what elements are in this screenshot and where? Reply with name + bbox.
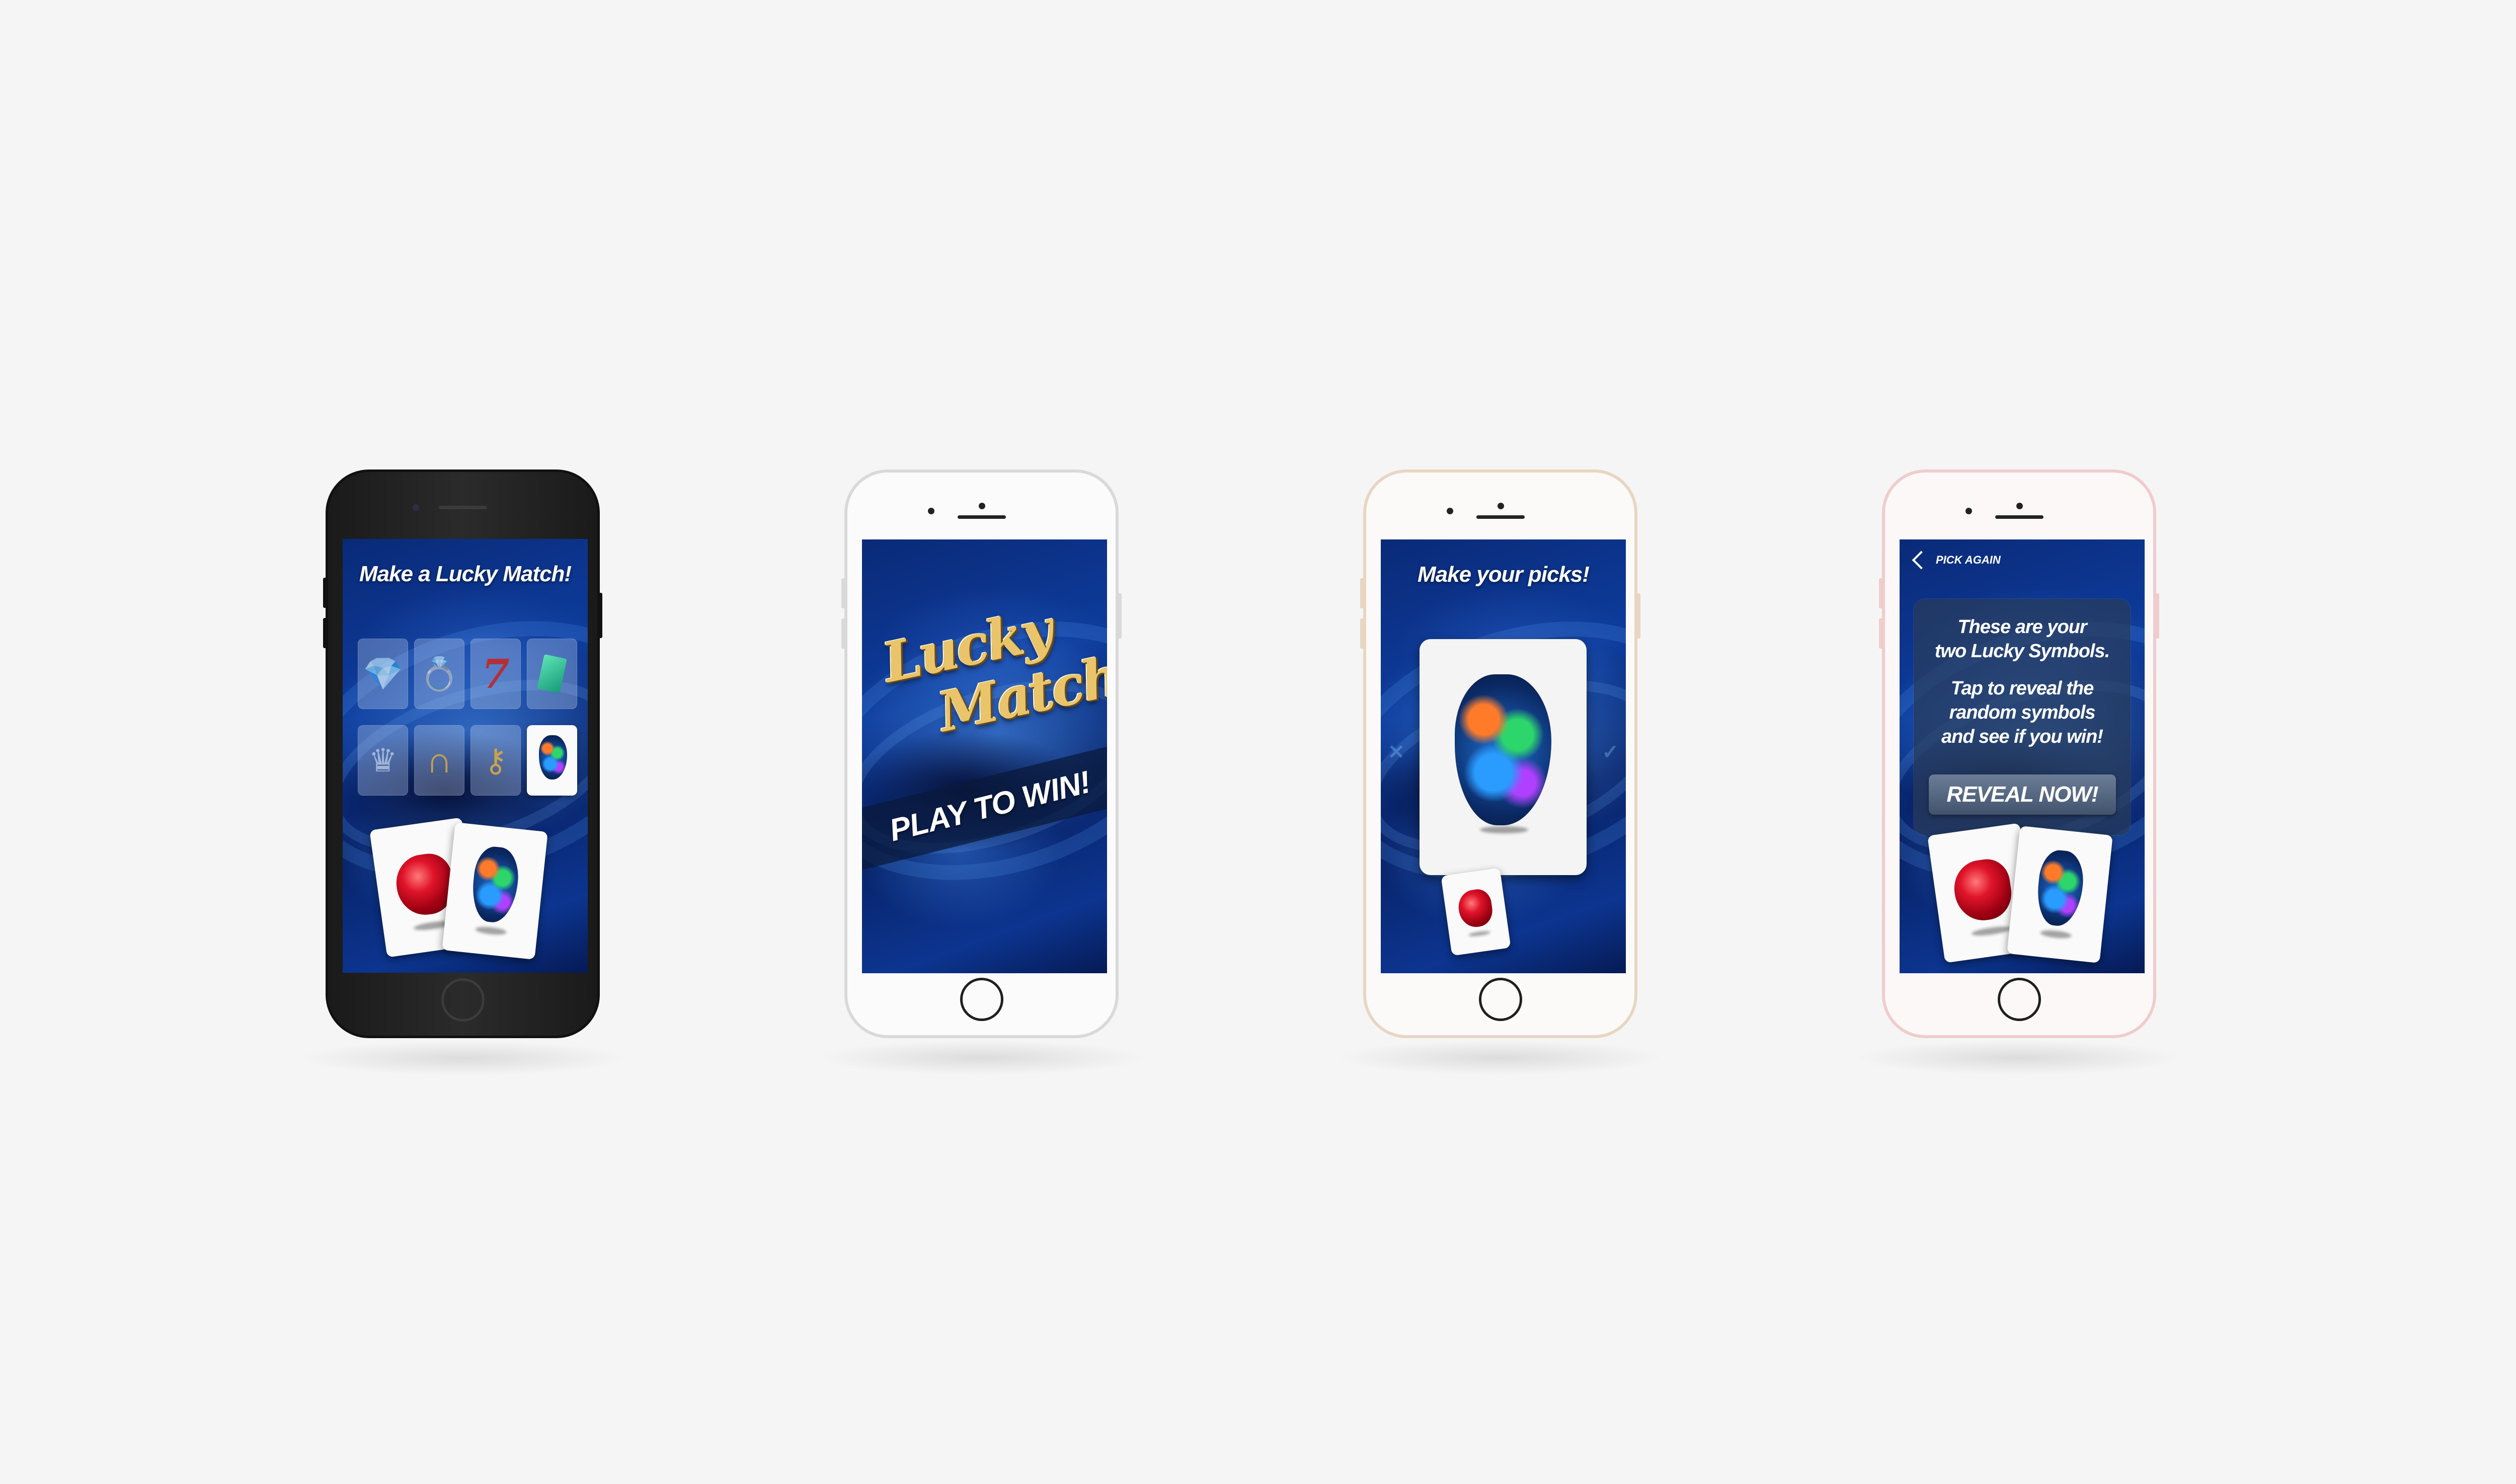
front-camera	[1497, 503, 1504, 509]
game-screen-reveal: PICK AGAIN These are your two Lucky Symb…	[1900, 539, 2145, 973]
current-pick-card[interactable]	[1420, 639, 1587, 875]
symbol-tile[interactable]: ⚷	[470, 725, 521, 796]
home-button	[960, 978, 1003, 1021]
power-button	[1117, 593, 1122, 639]
picked-card-opal	[2007, 826, 2113, 963]
picked-card-opal	[442, 822, 548, 960]
earpiece-speaker	[438, 506, 487, 509]
power-button	[2154, 593, 2159, 639]
pick-again-label: PICK AGAIN	[1936, 554, 2001, 566]
phone-gold: Make your picks! ✕ ✓	[1336, 470, 1665, 1075]
home-button	[441, 978, 485, 1022]
front-camera	[413, 504, 419, 511]
proximity-sensor	[1447, 508, 1453, 514]
proximity-sensor	[1965, 508, 1972, 514]
symbol-tile[interactable]: 💍	[414, 639, 464, 709]
reject-icon[interactable]: ✕	[1388, 741, 1405, 764]
ring-icon: 💍	[419, 655, 459, 692]
pick-again-link[interactable]: PICK AGAIN	[1912, 551, 2001, 570]
phone-shadow	[1336, 1040, 1665, 1075]
gem-shadow	[475, 925, 507, 936]
volume-button	[841, 578, 846, 608]
volume-button	[841, 618, 846, 649]
crown-icon: ♛	[368, 742, 398, 778]
info-line: These are your	[1957, 616, 2087, 638]
opal-icon	[539, 735, 567, 779]
symbol-tile[interactable]	[527, 639, 577, 709]
lucky-seven-icon: 7	[482, 650, 510, 697]
earpiece-speaker	[957, 515, 1006, 519]
symbol-tile[interactable]: 7	[470, 639, 521, 709]
reveal-now-button[interactable]: REVEAL NOW!	[1929, 774, 2116, 815]
power-button	[1635, 593, 1640, 639]
proximity-sensor	[928, 508, 934, 514]
phone-black: Make a Lucky Match! 💎 💍 7 ♛ ∩ ⚷	[298, 470, 627, 1076]
chevron-left-icon	[1912, 551, 1931, 570]
info-line: two Lucky Symbols.	[1934, 641, 2110, 662]
game-screen-splash: Lucky Match PLAY TO WIN!	[862, 539, 1107, 973]
volume-button	[1879, 618, 1884, 649]
earpiece-speaker	[1995, 515, 2043, 519]
symbol-tile-selected[interactable]	[527, 725, 577, 796]
ruby-icon	[1950, 856, 2015, 924]
volume-button	[323, 618, 328, 648]
gem-shadow	[1480, 826, 1528, 833]
horseshoe-icon: ∩	[426, 740, 452, 780]
gem-shadow	[1468, 930, 1491, 938]
screen-title: Make your picks!	[1417, 562, 1590, 587]
opal-icon	[469, 844, 521, 925]
key-icon: ⚷	[484, 742, 508, 778]
symbol-tile[interactable]: ∩	[414, 725, 464, 796]
volume-button	[1360, 618, 1365, 649]
phone-rose-gold: PICK AGAIN These are your two Lucky Symb…	[1855, 470, 2183, 1075]
earpiece-speaker	[1476, 515, 1525, 519]
info-line: and see if you win!	[1941, 726, 2103, 747]
phone-shadow	[817, 1040, 1146, 1075]
front-camera	[978, 503, 985, 509]
opal-icon	[2034, 848, 2086, 928]
game-screen-make-picks: Make your picks! ✕ ✓	[1381, 539, 1626, 973]
screen-title: Make a Lucky Match!	[359, 562, 572, 586]
opal-icon	[1455, 674, 1551, 825]
ruby-icon	[1456, 887, 1495, 929]
volume-button	[1879, 578, 1884, 608]
volume-button	[1360, 578, 1365, 608]
symbol-tile[interactable]: ♛	[358, 725, 408, 796]
phone-silver: Lucky Match PLAY TO WIN!	[817, 470, 1146, 1075]
front-camera	[2016, 503, 2023, 509]
volume-button	[323, 578, 328, 608]
gem-shadow	[2040, 929, 2072, 940]
power-button	[597, 593, 602, 638]
info-line: random symbols	[1949, 702, 2095, 723]
phone-shadow	[1855, 1040, 2183, 1075]
home-button	[1478, 978, 1522, 1021]
game-screen-pick-grid: Make a Lucky Match! 💎 💍 7 ♛ ∩ ⚷	[343, 539, 588, 973]
phone-shadow	[298, 1041, 627, 1076]
emerald-icon	[527, 639, 577, 709]
gem-shadow	[1971, 924, 2012, 938]
diamond-icon: 💎	[363, 655, 403, 692]
home-button	[1997, 978, 2041, 1021]
symbol-tile[interactable]: 💎	[358, 639, 408, 709]
picked-card-ruby	[1441, 868, 1511, 956]
info-line: Tap to reveal the	[1950, 678, 2094, 699]
accept-icon[interactable]: ✓	[1602, 741, 1619, 764]
